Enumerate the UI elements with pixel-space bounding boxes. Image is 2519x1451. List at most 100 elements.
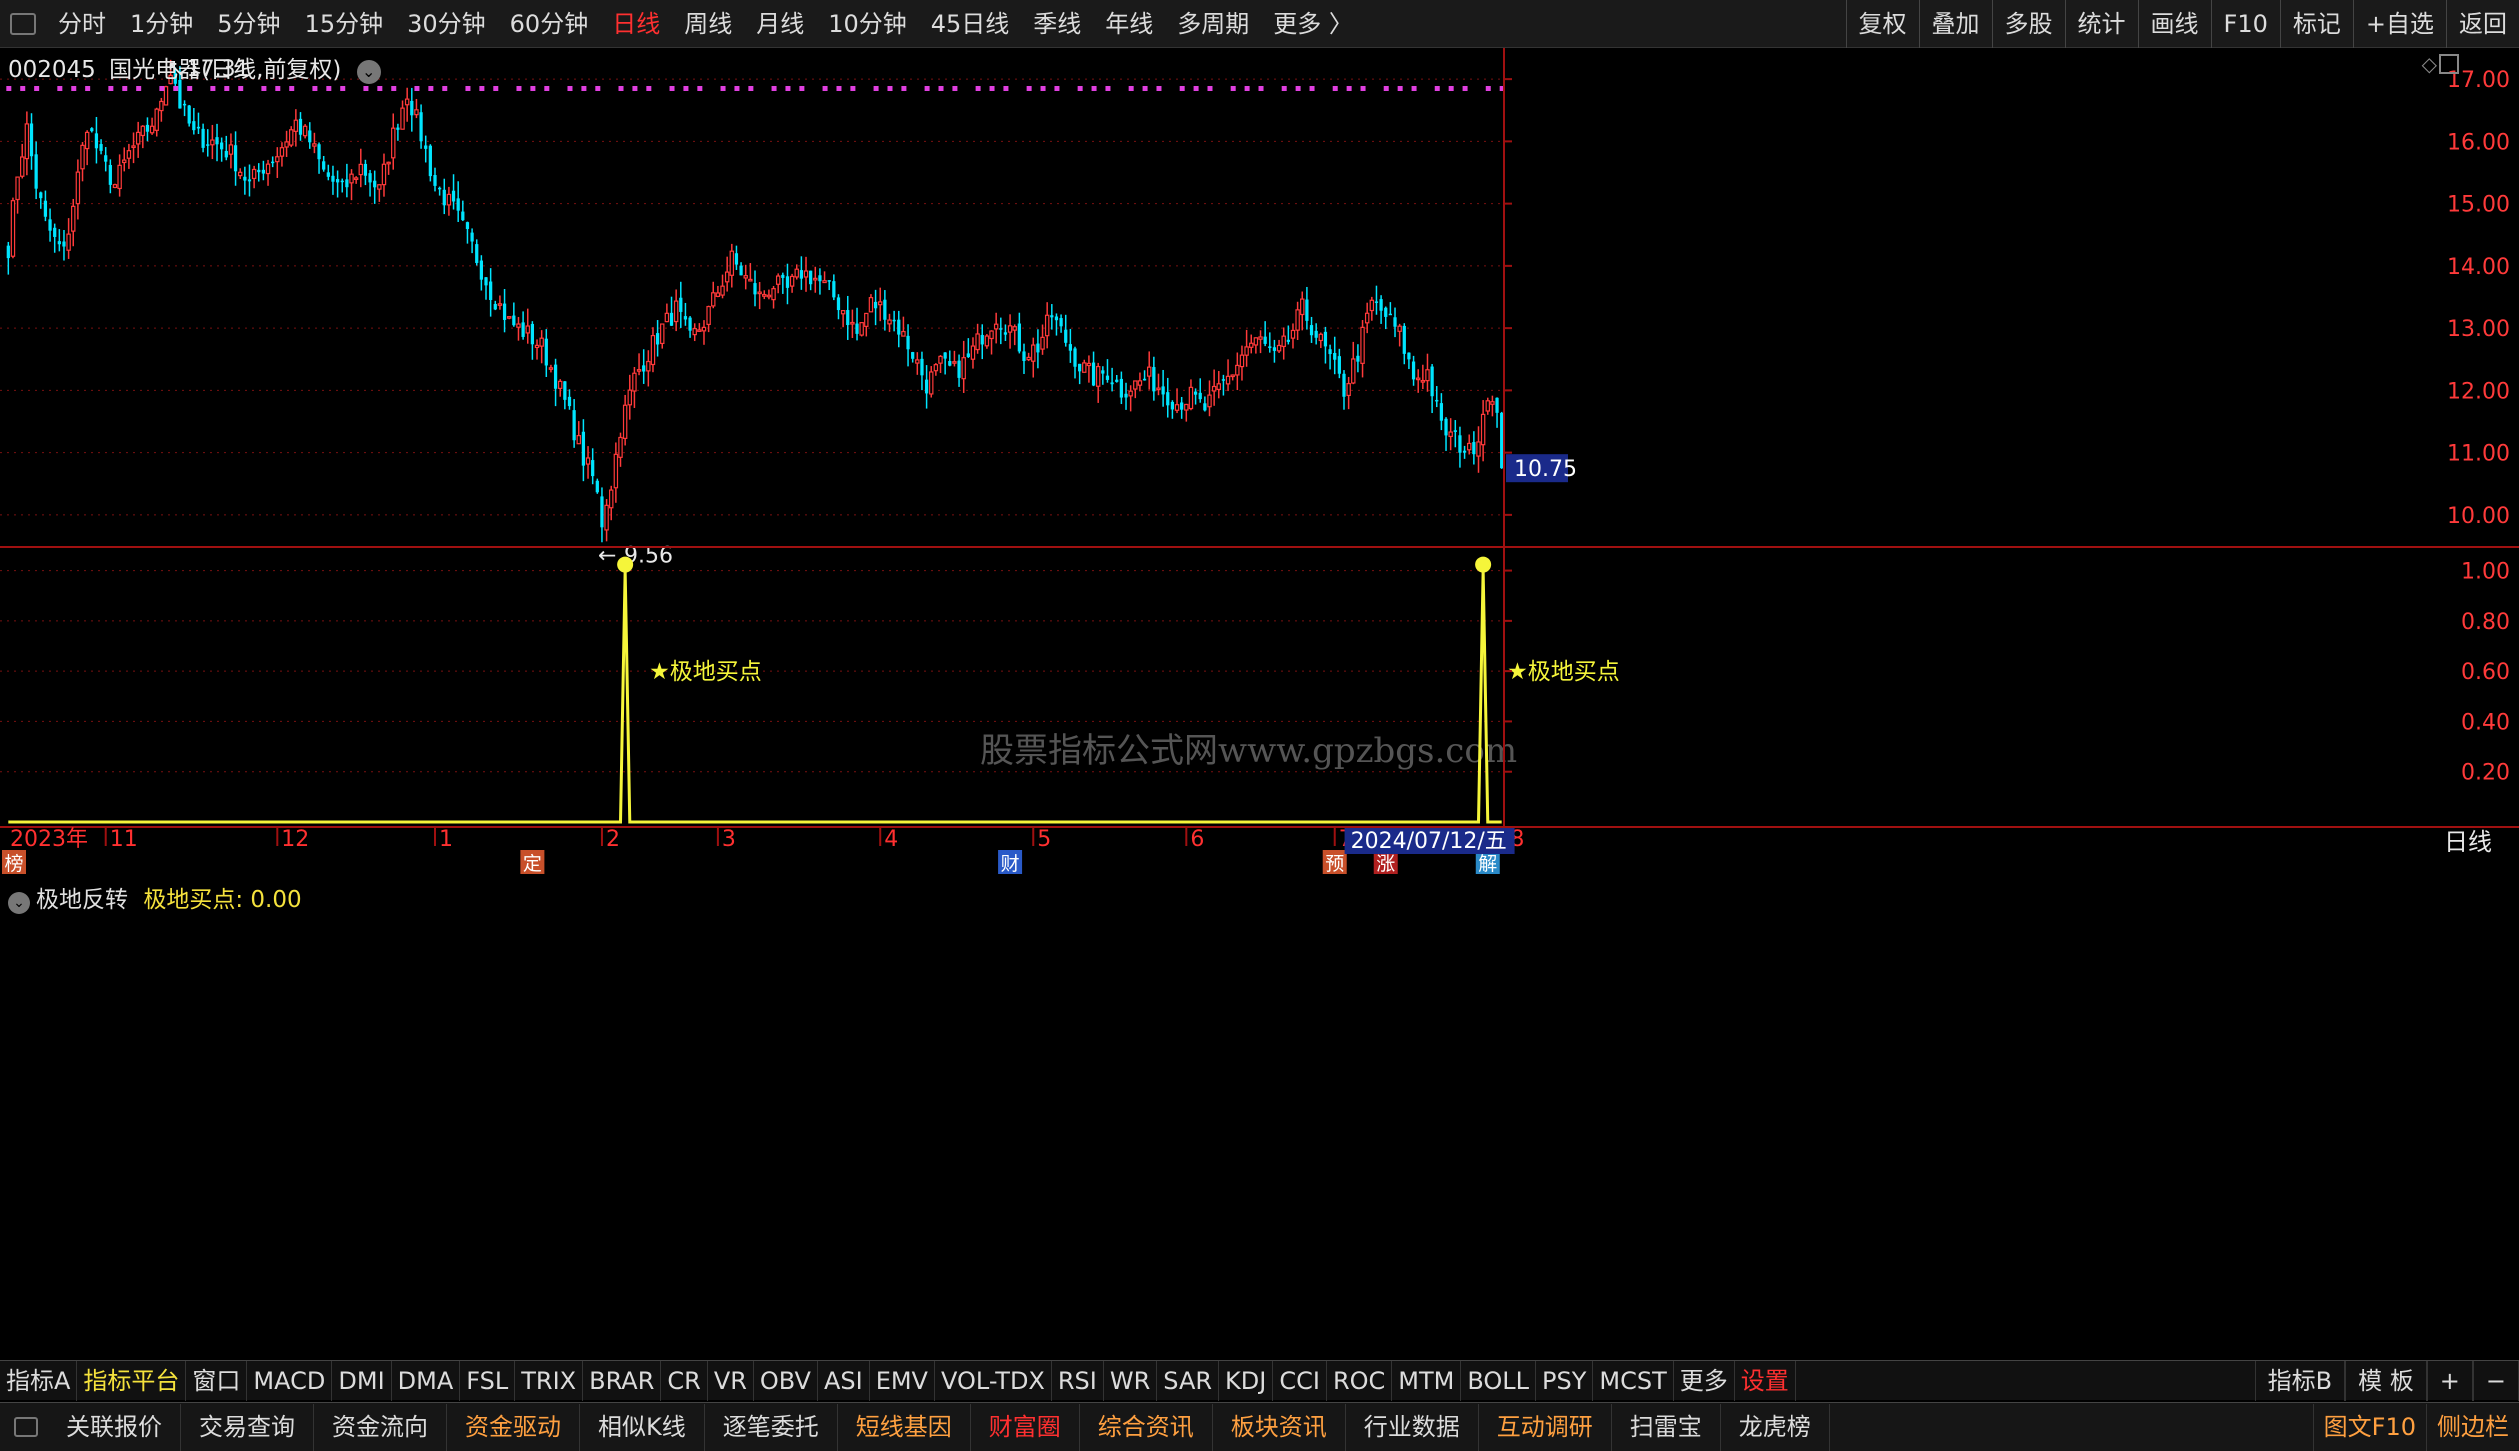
- candle[interactable]: [1133, 380, 1138, 399]
- candle[interactable]: [1184, 403, 1189, 422]
- candle[interactable]: [308, 122, 312, 149]
- function-tab-8[interactable]: 综合资讯: [1080, 1403, 1213, 1451]
- indicator-tab-10[interactable]: VR: [708, 1360, 754, 1401]
- candle[interactable]: [911, 351, 915, 363]
- candle[interactable]: [622, 394, 628, 446]
- candle[interactable]: [827, 280, 831, 291]
- candle[interactable]: [840, 310, 846, 328]
- candle[interactable]: [1430, 364, 1434, 414]
- candle[interactable]: [604, 499, 609, 542]
- candle[interactable]: [591, 448, 595, 485]
- indicator-tab-9[interactable]: CR: [661, 1360, 708, 1401]
- candle[interactable]: [322, 156, 326, 172]
- candle[interactable]: [534, 339, 540, 360]
- candle[interactable]: [1444, 417, 1448, 451]
- toolbar-button-7[interactable]: +自选: [2352, 0, 2446, 48]
- candle[interactable]: [438, 186, 442, 196]
- candle[interactable]: [613, 442, 619, 503]
- indicator-right-button-1[interactable]: 模 板: [2345, 1360, 2427, 1401]
- candle[interactable]: [1068, 328, 1072, 363]
- function-tab-11[interactable]: 互动调研: [1479, 1403, 1612, 1451]
- candle[interactable]: [53, 223, 57, 253]
- candle[interactable]: [799, 256, 804, 290]
- candle[interactable]: [196, 112, 201, 135]
- candle[interactable]: [1026, 352, 1031, 362]
- candle[interactable]: [1239, 345, 1245, 381]
- candle[interactable]: [906, 324, 910, 367]
- candle[interactable]: [516, 316, 521, 341]
- candle[interactable]: [340, 178, 344, 193]
- candle[interactable]: [1458, 426, 1462, 468]
- candle[interactable]: [781, 272, 785, 294]
- candle[interactable]: [729, 243, 735, 288]
- candle[interactable]: [933, 363, 939, 376]
- candle[interactable]: [43, 190, 48, 222]
- candle[interactable]: [753, 270, 757, 307]
- candle[interactable]: [855, 307, 859, 341]
- function-tab-7[interactable]: 财富圈: [971, 1403, 1080, 1451]
- candle[interactable]: [1337, 348, 1341, 379]
- candle[interactable]: [1101, 366, 1105, 385]
- candle[interactable]: [1258, 330, 1263, 354]
- candle[interactable]: [1059, 314, 1063, 333]
- candle[interactable]: [1221, 374, 1226, 396]
- candle[interactable]: [1397, 323, 1402, 347]
- candle[interactable]: [1281, 327, 1286, 360]
- toolbar-button-0[interactable]: 复权: [1845, 0, 1919, 48]
- candle[interactable]: [414, 98, 419, 119]
- candle[interactable]: [595, 478, 599, 494]
- candle[interactable]: [600, 487, 604, 543]
- candle[interactable]: [163, 85, 169, 106]
- candle[interactable]: [192, 108, 196, 135]
- indicator-tab-18[interactable]: KDJ: [1219, 1360, 1274, 1401]
- candle[interactable]: [929, 366, 934, 398]
- candle[interactable]: [1022, 343, 1026, 374]
- candle[interactable]: [1420, 364, 1426, 390]
- indicator-tab-7[interactable]: TRIX: [515, 1360, 584, 1401]
- candle[interactable]: [15, 176, 20, 214]
- candle[interactable]: [711, 281, 716, 309]
- candle[interactable]: [1425, 353, 1430, 392]
- candle[interactable]: [957, 354, 961, 387]
- period-tab-7[interactable]: 周线: [672, 0, 744, 48]
- candle[interactable]: [1411, 355, 1416, 386]
- candle[interactable]: [1152, 356, 1156, 401]
- candle[interactable]: [506, 316, 512, 320]
- candle[interactable]: [864, 312, 869, 337]
- candle[interactable]: [1091, 351, 1096, 387]
- period-tab-5[interactable]: 60分钟: [498, 0, 601, 48]
- candle[interactable]: [1105, 359, 1110, 383]
- candle[interactable]: [1036, 329, 1040, 369]
- indicator-tab-4[interactable]: DMI: [332, 1360, 392, 1401]
- candle[interactable]: [442, 178, 446, 215]
- candle[interactable]: [832, 274, 836, 301]
- candle[interactable]: [1146, 351, 1152, 390]
- indicator-tab-17[interactable]: SAR: [1157, 1360, 1220, 1401]
- indicator-tab-13[interactable]: EMV: [870, 1360, 935, 1401]
- candle[interactable]: [1485, 397, 1490, 415]
- candle[interactable]: [126, 143, 132, 169]
- indicator-tab-11[interactable]: OBV: [754, 1360, 818, 1401]
- stock-chart[interactable]: ↖ 17.31← 9.56股票指标公式网www.gpzbgs.com榜定财预涨解 ★…: [0, 48, 2519, 1348]
- candle[interactable]: [66, 218, 71, 259]
- candle[interactable]: [75, 159, 81, 220]
- candle[interactable]: [915, 352, 920, 375]
- candle[interactable]: [1276, 339, 1282, 353]
- candle[interactable]: [108, 159, 112, 194]
- candle[interactable]: [117, 154, 122, 197]
- candle[interactable]: [743, 264, 748, 290]
- candle[interactable]: [818, 268, 822, 295]
- candle[interactable]: [159, 97, 164, 122]
- indicator-tab-16[interactable]: WR: [1104, 1360, 1158, 1401]
- candle[interactable]: [1448, 418, 1453, 451]
- candle[interactable]: [84, 130, 90, 166]
- candle[interactable]: [1115, 375, 1119, 383]
- period-tab-14[interactable]: 更多 〉: [1261, 0, 1365, 48]
- candle[interactable]: [1393, 307, 1397, 338]
- candle[interactable]: [1073, 346, 1077, 379]
- candle[interactable]: [642, 349, 646, 384]
- candle[interactable]: [1453, 420, 1457, 448]
- indicator-tab-12[interactable]: ASI: [818, 1360, 870, 1401]
- candle[interactable]: [484, 277, 488, 300]
- candle[interactable]: [1207, 380, 1212, 417]
